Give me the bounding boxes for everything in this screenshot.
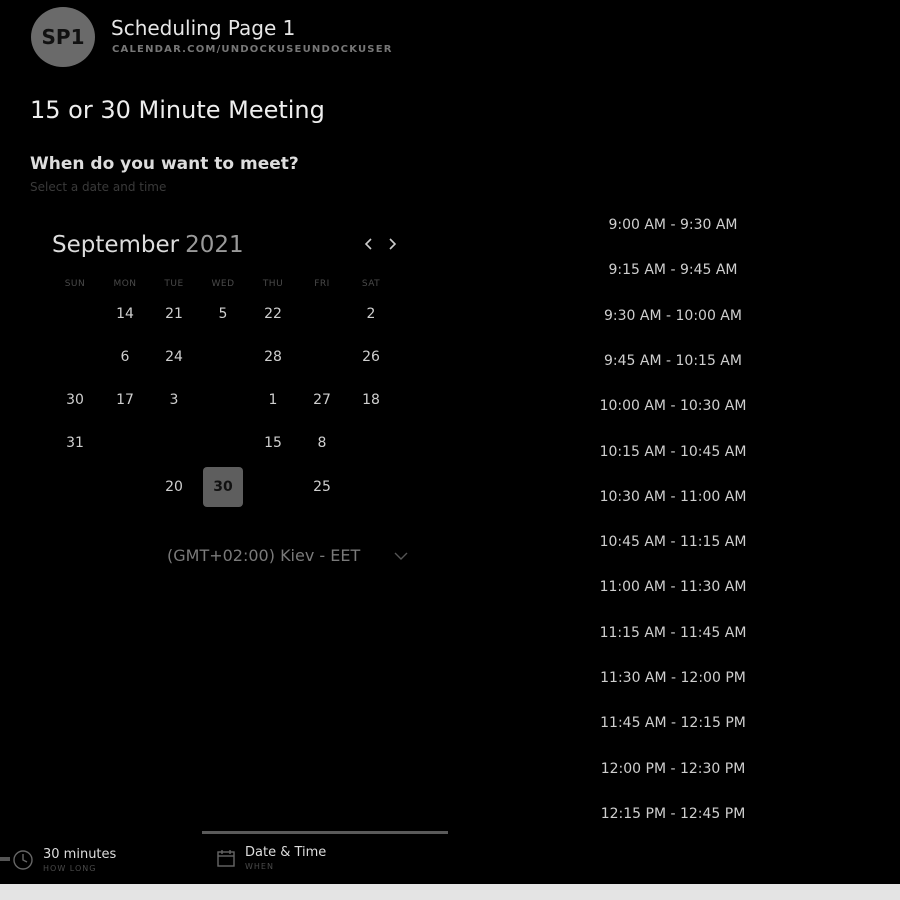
weekday-thu: THU [262, 279, 284, 289]
calendar-day [154, 423, 194, 463]
time-slot-button[interactable]: 10:15 AM - 10:45 AM [598, 444, 748, 460]
time-slot-button[interactable]: 11:45 AM - 12:15 PM [598, 715, 748, 731]
weekday-mon: MON [113, 279, 137, 289]
calendar-year: 2021 [185, 232, 244, 258]
calendar-day[interactable]: 8 [302, 423, 342, 463]
time-slot-button[interactable]: 10:45 AM - 11:15 AM [598, 534, 748, 550]
calendar-day[interactable]: 28 [253, 337, 293, 377]
calendar-day-selected[interactable]: 30 [203, 467, 243, 507]
event-title: 15 or 30 Minute Meeting [30, 96, 325, 124]
date-hint: Select a date and time [30, 180, 167, 194]
avatar: SP1 [31, 7, 95, 67]
calendar-day [203, 423, 243, 463]
footer-bar [0, 884, 900, 900]
weekday-sat: SAT [361, 279, 381, 289]
clock-icon [13, 850, 33, 870]
calendar-day [105, 467, 145, 507]
date-question: When do you want to meet? [30, 154, 299, 174]
datetime-step-sub: WHEN [245, 862, 274, 871]
calendar-day [55, 337, 95, 377]
weekday-sun: SUN [64, 279, 86, 289]
calendar-day [351, 423, 391, 463]
calendar-day[interactable]: 25 [302, 467, 342, 507]
datetime-step-label[interactable]: Date & Time [245, 845, 326, 860]
calendar-day[interactable]: 31 [55, 423, 95, 463]
time-slot-button[interactable]: 9:45 AM - 10:15 AM [598, 353, 748, 369]
calendar-day[interactable]: 6 [105, 337, 145, 377]
calendar-day[interactable]: 2 [351, 294, 391, 334]
calendar-day[interactable]: 21 [154, 294, 194, 334]
calendar-icon [217, 850, 235, 867]
prev-month-button[interactable] [359, 234, 379, 256]
weekday-wed: WED [211, 279, 235, 289]
chevron-left-icon [364, 238, 372, 250]
calendar-month: September [52, 232, 180, 258]
calendar-day [203, 380, 243, 420]
timezone-value: (GMT+02:00) Kiev - EET [167, 546, 361, 565]
page-name: Scheduling Page 1 [111, 16, 296, 40]
calendar-day [351, 467, 391, 507]
time-slot-button[interactable]: 12:00 PM - 12:30 PM [598, 761, 748, 777]
active-step-indicator [202, 831, 448, 834]
calendar-day [105, 423, 145, 463]
duration-step-label[interactable]: 30 minutes [43, 847, 116, 862]
time-slot-button[interactable]: 11:00 AM - 11:30 AM [598, 579, 748, 595]
calendar-day[interactable]: 27 [302, 380, 342, 420]
chevron-down-icon [394, 552, 408, 560]
calendar-day[interactable]: 20 [154, 467, 194, 507]
calendar-day[interactable]: 14 [105, 294, 145, 334]
calendar-day [55, 294, 95, 334]
time-slot-button[interactable]: 10:30 AM - 11:00 AM [598, 489, 748, 505]
left-handle[interactable] [0, 857, 10, 861]
calendar-day[interactable]: 26 [351, 337, 391, 377]
time-slot-button[interactable]: 12:15 PM - 12:45 PM [598, 806, 748, 822]
chevron-right-icon [389, 238, 397, 250]
calendar-day[interactable]: 1 [253, 380, 293, 420]
calendar-day [203, 337, 243, 377]
calendar-day[interactable]: 22 [253, 294, 293, 334]
calendar-day [253, 467, 293, 507]
time-slot-button[interactable]: 11:30 AM - 12:00 PM [598, 670, 748, 686]
calendar-day[interactable]: 17 [105, 380, 145, 420]
calendar-day[interactable]: 18 [351, 380, 391, 420]
time-slot-button[interactable]: 9:15 AM - 9:45 AM [598, 262, 748, 278]
calendar-day[interactable]: 5 [203, 294, 243, 334]
calendar-day[interactable]: 30 [55, 380, 95, 420]
calendar-day[interactable]: 24 [154, 337, 194, 377]
calendar-day[interactable]: 3 [154, 380, 194, 420]
weekday-tue: TUE [164, 279, 184, 289]
weekday-fri: FRI [314, 279, 330, 289]
calendar-day [55, 467, 95, 507]
calendar-day[interactable]: 15 [253, 423, 293, 463]
time-slot-button[interactable]: 11:15 AM - 11:45 AM [598, 625, 748, 641]
time-slot-button[interactable]: 9:30 AM - 10:00 AM [598, 308, 748, 324]
calendar-day [302, 294, 342, 334]
calendar-day [302, 337, 342, 377]
time-slot-button[interactable]: 10:00 AM - 10:30 AM [598, 398, 748, 414]
duration-step-sub: HOW LONG [43, 864, 97, 873]
page-url[interactable]: CALENDAR.COM/UNDOCKUSEUNDOCKUSER [112, 44, 393, 55]
calendar-month-label: September 2021 [52, 232, 244, 258]
time-slot-button[interactable]: 9:00 AM - 9:30 AM [598, 217, 748, 233]
next-month-button[interactable] [382, 234, 402, 256]
